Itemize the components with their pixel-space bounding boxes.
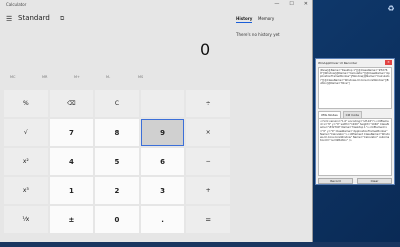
digit-0-key[interactable]: 0: [95, 206, 139, 233]
keep-on-top-icon[interactable]: ⧉: [60, 15, 64, 23]
memory-add-button[interactable]: M+: [74, 75, 86, 79]
plus-key[interactable]: +: [186, 177, 230, 204]
digit-3-key[interactable]: 3: [140, 177, 185, 204]
sqrt-key[interactable]: √: [4, 119, 48, 146]
digit-8-key[interactable]: 8: [95, 119, 139, 146]
multiply-key[interactable]: ×: [186, 119, 230, 146]
memory-store-button[interactable]: MS: [138, 75, 150, 79]
digit-6-key[interactable]: 6: [140, 148, 185, 175]
digit-1-key[interactable]: 1: [49, 177, 94, 204]
memory-subtract-button[interactable]: M-: [106, 75, 118, 79]
digit-9-key[interactable]: 9: [140, 119, 185, 146]
code-textbox[interactable]: <?xml version="1.0" encoding="utf-16"?><…: [318, 118, 392, 176]
square-key[interactable]: x²: [4, 148, 48, 175]
window-controls: — ☐ ✕: [274, 1, 308, 7]
recorder-buttons: Record Clear: [318, 178, 392, 184]
equals-key[interactable]: =: [186, 206, 230, 233]
digit-4-key[interactable]: 4: [49, 148, 94, 175]
percent-key[interactable]: %: [4, 90, 48, 117]
title-bar: Calculator — ☐ ✕: [0, 0, 312, 10]
recorder-title: WinAppDriver UI Recorder: [318, 61, 358, 65]
minus-key[interactable]: −: [186, 148, 230, 175]
result-display: 0: [200, 40, 211, 59]
xpath-textbox[interactable]: /Pane[@Name="Desktop 1"][@ClassName="#32…: [318, 67, 392, 109]
decimal-key[interactable]: .: [140, 206, 185, 233]
mode-title: Standard: [18, 14, 50, 22]
history-empty-text: There's no history yet: [236, 32, 280, 37]
memory-row: MC MR M+ M- MS: [10, 75, 150, 79]
window-title: Calculator: [6, 2, 27, 7]
digit-7-key[interactable]: 7: [49, 119, 94, 146]
maximize-icon[interactable]: ☐: [289, 1, 293, 7]
minimize-icon[interactable]: —: [274, 1, 279, 7]
memory-recall-button[interactable]: MR: [42, 75, 54, 79]
recycle-bin-icon[interactable]: ♻: [385, 4, 397, 16]
history-panel: History Memory There's no history yet: [232, 10, 312, 247]
ui-recorder-window: WinAppDriver UI Recorder ✕ /Pane[@Name="…: [315, 58, 395, 185]
hamburger-menu-icon[interactable]: ☰: [6, 15, 12, 23]
cube-key[interactable]: x³: [4, 177, 48, 204]
negate-key[interactable]: ±: [49, 206, 94, 233]
digit-5-key[interactable]: 5: [95, 148, 139, 175]
tab-history[interactable]: History: [236, 16, 253, 23]
tab-memory[interactable]: Memory: [258, 16, 274, 21]
memory-clear-button[interactable]: MC: [10, 75, 22, 79]
reciprocal-key[interactable]: ⅟x: [4, 206, 48, 233]
calculator-window: Calculator — ☐ ✕ ☰ Standard ⧉ 0 MC MR M+…: [0, 0, 313, 247]
close-icon[interactable]: ✕: [304, 1, 308, 7]
record-button[interactable]: Record: [318, 178, 353, 184]
blank-key[interactable]: [140, 90, 185, 117]
keypad: % ⌫ C ÷ √ 7 8 9 × x² 4 5 6 − x³ 1 2 3 + …: [4, 90, 230, 233]
backspace-key[interactable]: ⌫: [49, 90, 94, 117]
taskbar: [0, 242, 400, 247]
clear-button[interactable]: Clear: [357, 178, 392, 184]
recorder-close-icon[interactable]: ✕: [385, 60, 392, 65]
clear-key[interactable]: C: [95, 90, 139, 117]
digit-2-key[interactable]: 2: [95, 177, 139, 204]
divide-key[interactable]: ÷: [186, 90, 230, 117]
